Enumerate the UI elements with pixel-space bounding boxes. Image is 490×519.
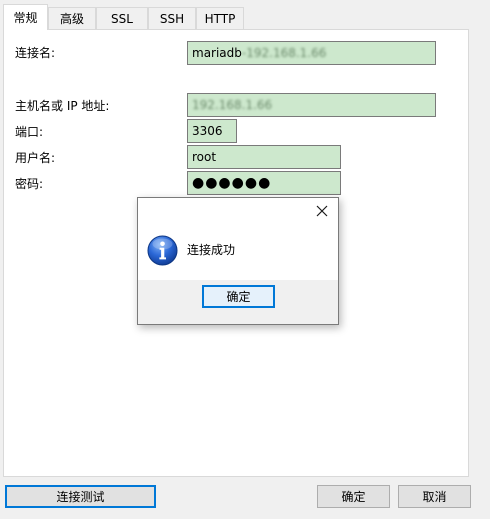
tab-ssl[interactable]: SSL bbox=[96, 7, 148, 29]
dialog-message: 连接成功 bbox=[187, 243, 236, 257]
test-connection-button[interactable]: 连接测试 bbox=[5, 485, 156, 508]
port-input[interactable]: 3306 bbox=[187, 119, 237, 143]
dialog-ok-button[interactable]: 确定 bbox=[202, 285, 275, 308]
username-input[interactable]: root bbox=[187, 145, 341, 169]
info-icon bbox=[147, 235, 178, 266]
dialog-titlebar bbox=[138, 198, 338, 226]
port-value: 3306 bbox=[192, 124, 223, 138]
connection-name-value: mariadb bbox=[192, 46, 242, 60]
connection-name-label: 连接名: bbox=[15, 46, 56, 60]
password-input[interactable]: ●●●●●● bbox=[187, 171, 341, 195]
connection-properties-window: 常规 高级 SSL SSH HTTP 连接名: mariadb-192.168.… bbox=[0, 0, 490, 519]
tab-advanced[interactable]: 高级 bbox=[48, 7, 96, 29]
tab-general[interactable]: 常规 bbox=[3, 4, 48, 30]
port-label: 端口: bbox=[15, 125, 44, 139]
host-value: 192.168.1.66 bbox=[192, 98, 273, 112]
cancel-button[interactable]: 取消 bbox=[398, 485, 471, 508]
tab-ssh[interactable]: SSH bbox=[148, 7, 196, 29]
username-label: 用户名: bbox=[15, 151, 56, 165]
password-label: 密码: bbox=[15, 177, 44, 191]
tab-http[interactable]: HTTP bbox=[196, 7, 244, 29]
connection-name-redacted: -192.168.1.66 bbox=[241, 46, 327, 60]
host-input[interactable]: 192.168.1.66 bbox=[187, 93, 436, 117]
ok-button[interactable]: 确定 bbox=[317, 485, 390, 508]
connection-success-dialog: 连接成功 确定 bbox=[137, 197, 339, 325]
host-label: 主机名或 IP 地址: bbox=[15, 99, 110, 113]
close-icon[interactable] bbox=[312, 201, 332, 221]
password-masked-value: ●●●●●● bbox=[192, 175, 272, 191]
connection-name-input[interactable]: mariadb-192.168.1.66 bbox=[187, 41, 436, 65]
username-value: root bbox=[192, 150, 217, 164]
